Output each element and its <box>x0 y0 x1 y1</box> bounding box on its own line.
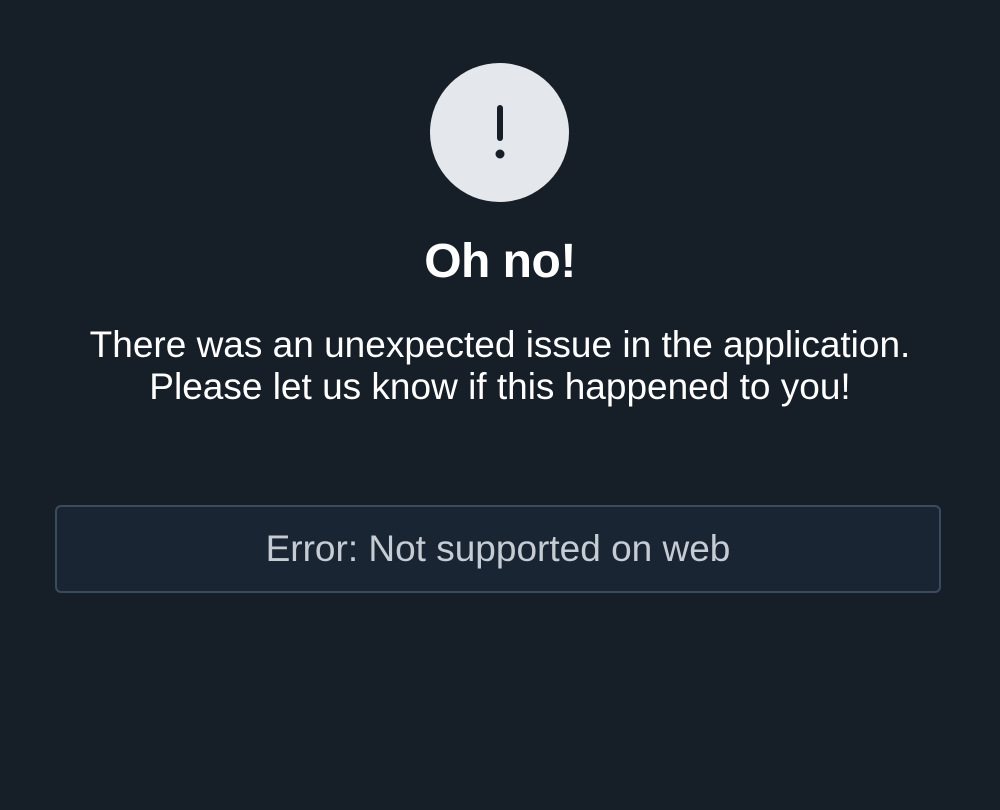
error-message: There was an unexpected issue in the app… <box>89 324 911 407</box>
error-detail-box: Error: Not supported on web <box>55 505 941 593</box>
alert-circle <box>430 63 569 202</box>
exclamation-icon <box>490 103 510 163</box>
error-title: Oh no! <box>424 235 576 288</box>
error-screen: Oh no! There was an unexpected issue in … <box>0 0 1000 810</box>
error-detail-text: Error: Not supported on web <box>265 528 731 569</box>
